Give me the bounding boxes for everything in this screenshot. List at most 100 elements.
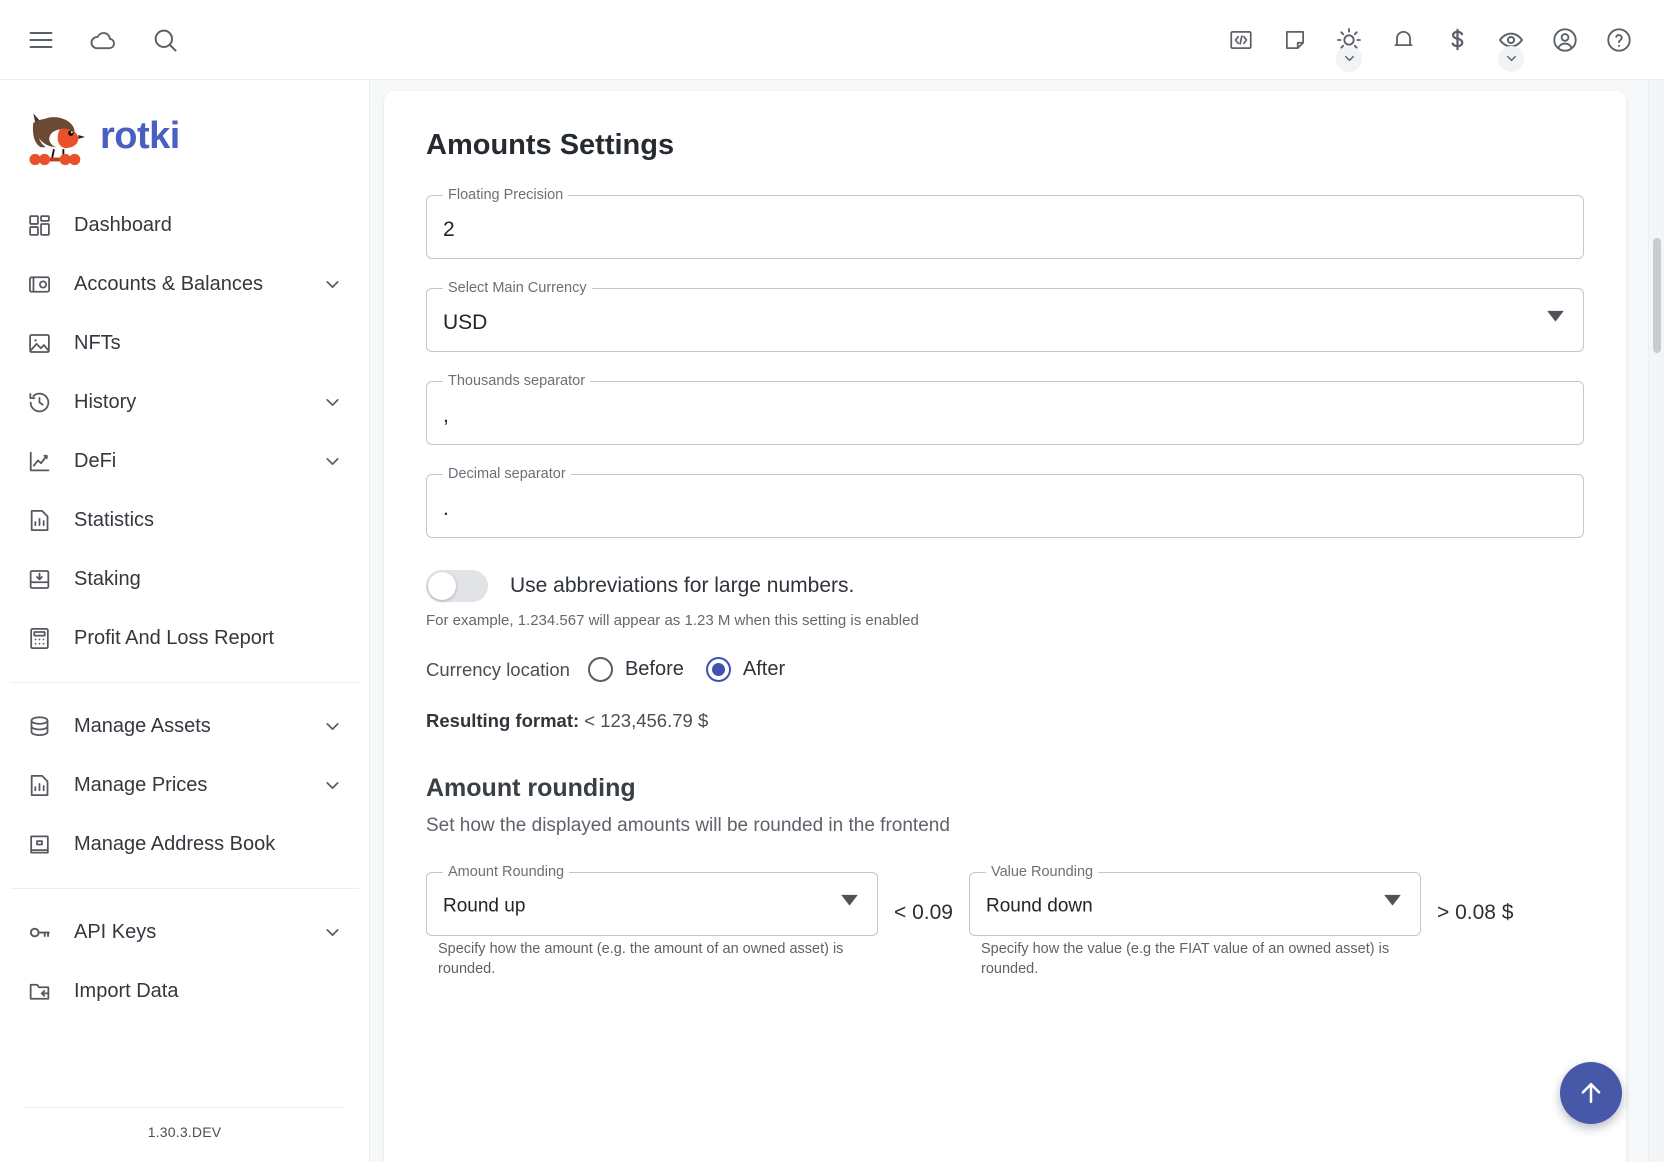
sidebar-item-nfts[interactable]: NFTs (0, 314, 369, 373)
line-chart-icon (24, 447, 54, 477)
sidebar-item-label: Profit And Loss Report (74, 627, 275, 649)
notification-bell-icon[interactable] (1380, 17, 1426, 63)
thousands-separator-field[interactable]: Thousands separator , (426, 374, 1584, 445)
sidebar-item-dashboard[interactable]: Dashboard (0, 196, 369, 255)
sidebar-item-label: Staking (74, 568, 141, 590)
database-icon (24, 712, 54, 742)
abbreviations-row: Use abbreviations for large numbers. (426, 570, 1584, 602)
amounts-settings-card: Amounts Settings Floating Precision 2 Se… (384, 91, 1626, 1162)
decimal-separator-field[interactable]: Decimal separator . (426, 467, 1584, 538)
note-icon[interactable] (1272, 17, 1318, 63)
sidebar-navigation: rotki Dashboard Accounts & Balances NFTs… (0, 80, 370, 1162)
search-icon[interactable] (142, 17, 188, 63)
amount-rounding-help: Specify how the amount (e.g. the amount … (438, 941, 844, 977)
image-icon (24, 329, 54, 359)
sidebar-item-label: API Keys (74, 921, 157, 943)
wallet-icon (24, 270, 54, 300)
floating-precision-field[interactable]: Floating Precision 2 (426, 188, 1584, 259)
code-brackets-icon[interactable] (1218, 17, 1264, 63)
chevron-down-icon[interactable] (322, 922, 343, 943)
user-account-icon[interactable] (1542, 17, 1588, 63)
amount-rounding-preview: < 0.09 (894, 901, 953, 924)
chevron-down-icon[interactable] (322, 775, 343, 796)
scroll-to-top-button[interactable] (1560, 1062, 1622, 1124)
sidebar-divider (10, 888, 359, 889)
sidebar-item-api-keys[interactable]: API Keys (0, 903, 369, 962)
rotki-bird-logo-icon (29, 113, 85, 166)
currency-location-option-after[interactable]: After (705, 657, 785, 682)
sidebar-nav-list: Dashboard Accounts & Balances NFTs Histo… (0, 190, 369, 1107)
currency-dollar-icon[interactable] (1434, 17, 1480, 63)
chevron-down-icon[interactable] (322, 392, 343, 413)
sidebar-item-label: Dashboard (74, 214, 172, 236)
sidebar-item-label: DeFi (74, 450, 117, 472)
top-app-bar (0, 0, 1664, 80)
currency-location-option-before[interactable]: Before (587, 657, 684, 682)
value-rounding-preview: > 0.08 $ (1436, 901, 1514, 924)
sidebar-item-statistics[interactable]: Statistics (0, 491, 369, 550)
sidebar-item-label: Accounts & Balances (74, 273, 263, 295)
amount-rounding-subtitle: Set how the displayed amounts will be ro… (426, 815, 950, 836)
value-rounding-help: Specify how the value (e.g the FIAT valu… (980, 941, 1390, 977)
folder-import-icon (24, 977, 54, 1007)
sidebar-item-label: Import Data (74, 980, 179, 1002)
main-scrollbar-thumb[interactable] (1653, 238, 1661, 353)
amount-rounding-title: Amount rounding (426, 774, 636, 802)
page-title: Amounts Settings (426, 129, 675, 161)
privacy-chevron-down-icon[interactable] (1498, 45, 1524, 72)
sidebar-item-manage-prices[interactable]: Manage Prices (0, 756, 369, 815)
resulting-format-label: Resulting format: (426, 710, 580, 731)
address-book-icon (24, 830, 54, 860)
resulting-format-row: Resulting format: < 123,456.79 $ (426, 710, 1584, 732)
resulting-format-value: < 123,456.79 $ (584, 710, 709, 731)
radio-checked-icon (705, 657, 731, 682)
chevron-down-icon[interactable] (322, 716, 343, 737)
sidebar-item-defi[interactable]: DeFi (0, 432, 369, 491)
sidebar-item-staking[interactable]: Staking (0, 550, 369, 609)
abbreviations-label: Use abbreviations for large numbers. (510, 574, 855, 597)
sidebar-item-import-data[interactable]: Import Data (0, 962, 369, 1021)
sidebar-item-label: Manage Assets (74, 715, 211, 737)
currency-location-caption: Currency location (426, 658, 570, 680)
radio-label: Before (624, 658, 684, 680)
sidebar-item-label: Statistics (74, 509, 155, 531)
calculator-icon (24, 624, 54, 654)
eye-privacy-icon[interactable] (1488, 17, 1534, 72)
main-currency-dropdown-arrow-icon[interactable] (1547, 309, 1564, 327)
cloud-icon[interactable] (80, 17, 126, 63)
sidebar-item-profit-and-loss-report[interactable]: Profit And Loss Report (0, 609, 369, 668)
sidebar-item-history[interactable]: History (0, 373, 369, 432)
chevron-down-icon[interactable] (322, 451, 343, 472)
radio-unchecked-icon (587, 657, 613, 682)
theme-chevron-down-icon[interactable] (1336, 45, 1362, 72)
rounding-selectors-row: Amount Rounding Round up Specify how the… (426, 865, 1584, 979)
amount-rounding-field[interactable]: Amount Rounding Round up (426, 865, 878, 936)
chevron-down-icon[interactable] (322, 274, 343, 295)
sidebar-item-manage-assets[interactable]: Manage Assets (0, 697, 369, 756)
toggle-knob (428, 572, 456, 600)
main-currency-label: Select Main Currency (448, 280, 587, 296)
amount-rounding-column: Amount Rounding Round up Specify how the… (426, 865, 878, 979)
bar-chart-document-icon (24, 506, 54, 536)
topbar-right-group (1218, 17, 1664, 72)
topbar-left-group (0, 17, 188, 63)
sun-theme-icon[interactable] (1326, 17, 1372, 72)
value-rounding-dropdown-arrow-icon[interactable] (1384, 893, 1401, 911)
sidebar-divider (10, 682, 359, 683)
abbreviations-toggle[interactable] (426, 570, 488, 602)
key-icon (24, 918, 54, 948)
brand-logo-block[interactable]: rotki (0, 80, 369, 190)
help-circle-icon[interactable] (1596, 17, 1642, 63)
main-currency-field[interactable]: Select Main Currency USD (426, 281, 1584, 352)
dashboard-grid-icon (24, 211, 54, 241)
amount-rounding-dropdown-arrow-icon[interactable] (841, 893, 858, 911)
sidebar-item-label: History (74, 391, 137, 413)
history-clock-icon (24, 388, 54, 418)
brand-name: rotki (100, 114, 180, 157)
value-rounding-field[interactable]: Value Rounding Round down (968, 865, 1421, 936)
sidebar-item-accounts-balances[interactable]: Accounts & Balances (0, 255, 369, 314)
main-scrollbar-track[interactable] (1648, 80, 1664, 1162)
sidebar-item-manage-address-book[interactable]: Manage Address Book (0, 815, 369, 874)
hamburger-menu-icon[interactable] (18, 17, 64, 63)
rotki-app-window: rotki Dashboard Accounts & Balances NFTs… (0, 0, 1664, 1162)
